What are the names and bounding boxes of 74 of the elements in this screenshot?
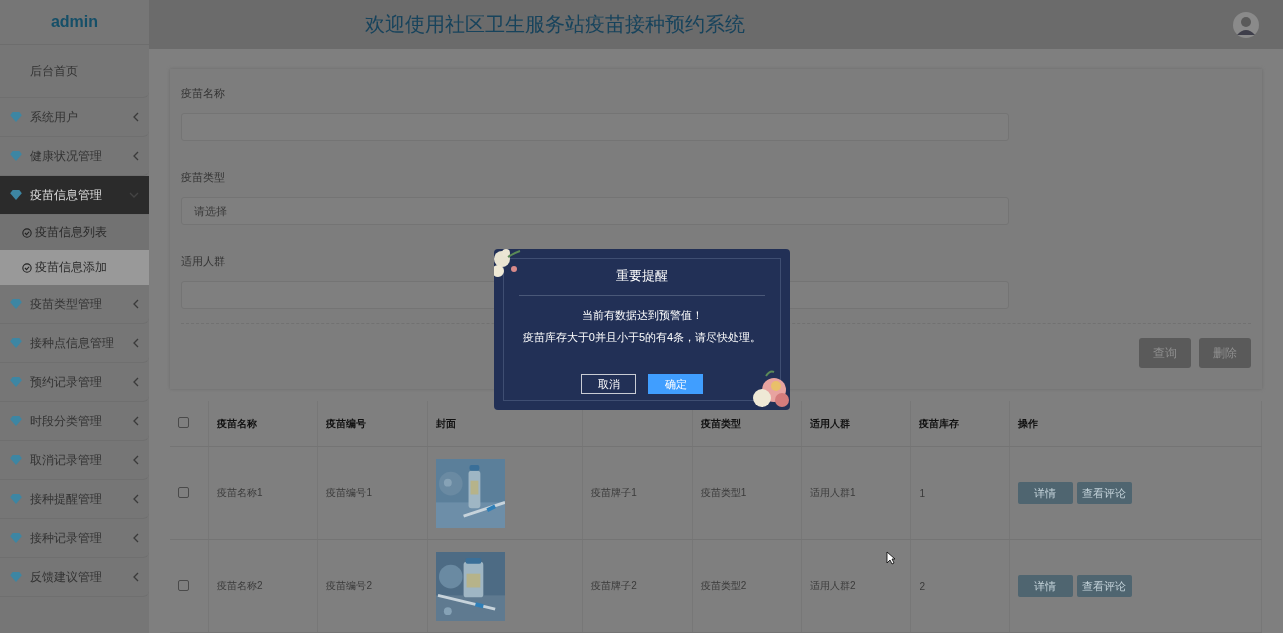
- chevron-icon: [133, 455, 139, 465]
- diamond-icon: [10, 190, 22, 200]
- select-field[interactable]: 请选择: [181, 197, 1009, 225]
- diamond-icon: [10, 338, 22, 348]
- sidebar-item[interactable]: 接种提醒管理: [0, 480, 149, 519]
- column-header: 疫苗类型: [700, 417, 741, 429]
- chevron-icon: [133, 494, 139, 504]
- sidebar-item[interactable]: 疫苗类型管理: [0, 285, 149, 324]
- diamond-icon: [10, 416, 22, 426]
- confirm-button[interactable]: 确定: [648, 374, 703, 394]
- dialog-message: 当前有数据达到预警值！: [581, 308, 703, 323]
- chevron-icon: [133, 338, 139, 348]
- chevron-icon: [133, 112, 139, 122]
- chevron-icon: [129, 192, 139, 198]
- sidebar-item[interactable]: 疫苗信息管理: [0, 176, 149, 215]
- page-title: 欢迎使用社区卫生服务站疫苗接种预约系统: [365, 12, 746, 37]
- details-button[interactable]: 详情: [1017, 575, 1073, 597]
- chevron-icon: [133, 299, 139, 309]
- brand-title: admin: [50, 13, 99, 31]
- table-cell: 疫苗编号2: [326, 580, 372, 591]
- sidebar-item[interactable]: 时段分类管理: [0, 402, 149, 441]
- check-circle-icon: [22, 262, 32, 273]
- chevron-icon: [133, 416, 139, 426]
- sidebar-item[interactable]: 反馈建议管理: [0, 558, 149, 597]
- column-header: 适用人群: [810, 417, 851, 429]
- field-label: 疫苗名称: [181, 86, 225, 101]
- table-cell: 2: [919, 580, 926, 592]
- diamond-icon: [10, 455, 22, 465]
- submenu-item[interactable]: 疫苗信息列表: [0, 215, 149, 250]
- column-header: 疫苗名称: [217, 417, 257, 429]
- comments-button[interactable]: 查看评论: [1076, 575, 1132, 597]
- table-cell: 疫苗编号1: [326, 487, 372, 498]
- field-label: 适用人群: [181, 254, 225, 269]
- details-button[interactable]: 详情: [1017, 482, 1073, 504]
- table-cell: 1: [919, 487, 926, 499]
- diamond-icon: [10, 377, 22, 387]
- chevron-icon: [133, 377, 139, 387]
- column-header: 操作: [1017, 417, 1038, 429]
- sidebar-item[interactable]: 预约记录管理: [0, 363, 149, 402]
- column-header: 封面: [435, 417, 456, 429]
- table-cell: 疫苗牌子2: [591, 580, 637, 591]
- cancel-button[interactable]: 取消: [581, 374, 636, 394]
- chevron-icon: [133, 151, 139, 161]
- sidebar-item[interactable]: 取消记录管理: [0, 441, 149, 480]
- table-cell: 疫苗牌子1: [591, 487, 637, 498]
- checkbox[interactable]: [178, 579, 189, 591]
- check-circle-icon: [22, 227, 32, 238]
- diamond-icon: [10, 494, 22, 504]
- table-cell: 适用人群2: [810, 580, 856, 591]
- field-label: 疫苗类型: [181, 170, 225, 185]
- chevron-icon: [133, 533, 139, 543]
- column-header: 疫苗编号: [326, 417, 367, 429]
- diamond-icon: [10, 533, 22, 543]
- sidebar-item[interactable]: 后台首页: [0, 45, 149, 98]
- diamond-icon: [10, 151, 22, 161]
- cursor-icon: [886, 551, 895, 565]
- sidebar-item[interactable]: 系统用户: [0, 98, 149, 137]
- checkbox[interactable]: [178, 486, 189, 498]
- comments-button[interactable]: 查看评论: [1076, 482, 1132, 504]
- dialog-message: 疫苗库存大于0并且小于5的有4条，请尽快处理。: [522, 330, 762, 345]
- sidebar-item[interactable]: 接种记录管理: [0, 519, 149, 558]
- sidebar-item[interactable]: 接种点信息管理: [0, 324, 149, 363]
- chevron-icon: [133, 572, 139, 582]
- checkbox[interactable]: [178, 417, 189, 428]
- avatar[interactable]: [1233, 11, 1259, 38]
- dialog-title: 重要提醒: [616, 267, 668, 285]
- diamond-icon: [10, 299, 22, 309]
- submenu-item[interactable]: 疫苗信息添加: [0, 250, 149, 285]
- table-cell: 适用人群1: [810, 487, 856, 498]
- table-cell: 疫苗名称2: [217, 580, 263, 591]
- table-cell: 疫苗名称1: [217, 487, 263, 498]
- column-header: 疫苗库存: [919, 417, 960, 429]
- diamond-icon: [10, 112, 22, 122]
- diamond-icon: [10, 572, 22, 582]
